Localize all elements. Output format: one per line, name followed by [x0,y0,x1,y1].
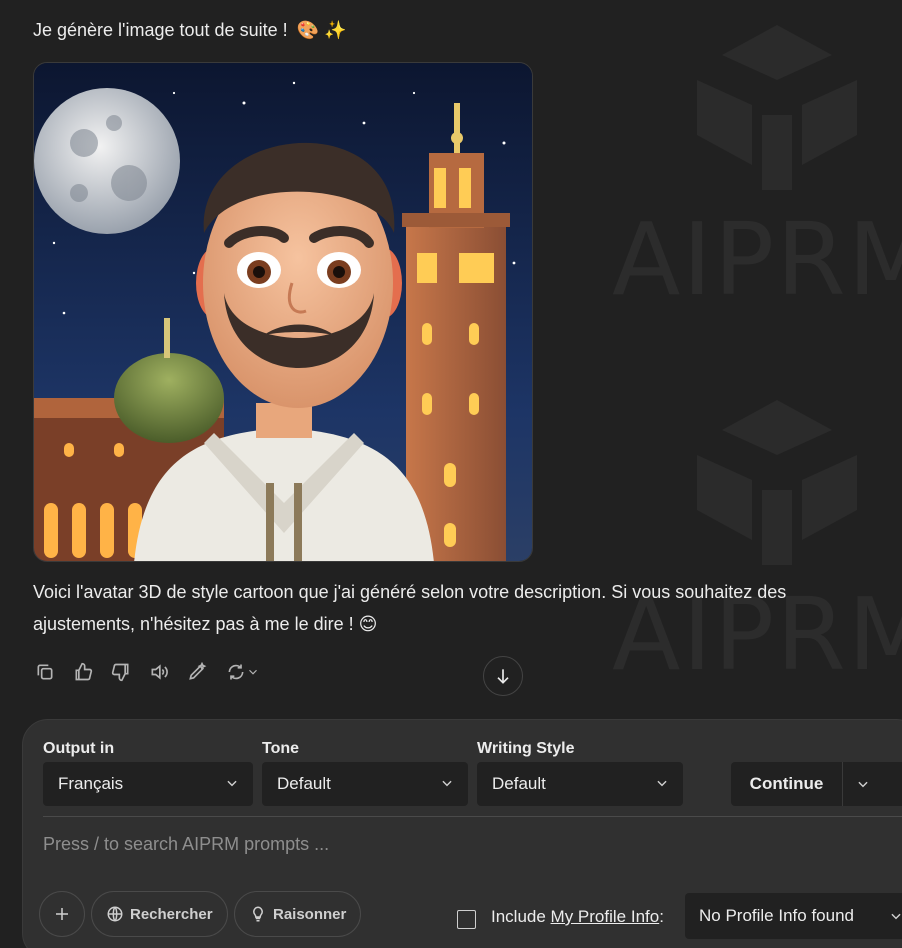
globe-icon [107,906,123,922]
chevron-down-icon [227,780,237,787]
intro-emojis: 🎨 ✨ [296,20,347,40]
continue-button[interactable]: Continue [731,762,843,806]
aiprm-logo-icon [697,400,857,565]
message-action-bar [33,660,263,684]
reason-button[interactable]: Raisonner [234,891,362,937]
tone-select[interactable]: Default [262,762,468,806]
search-button[interactable]: Rechercher [91,891,228,937]
aiprm-logo-icon [697,25,857,190]
writing-style-select[interactable]: Default [477,762,683,806]
include-profile-checkbox[interactable] [457,910,476,929]
assistant-message-intro: Je génère l'image tout de suite ! 🎨 ✨ [33,20,346,41]
chevron-down-icon [442,780,452,787]
continue-button-group: Continue [731,762,902,806]
copy-icon[interactable] [33,660,57,684]
output-in-label: Output in [43,740,115,757]
tone-value: Default [277,774,331,793]
aiprm-watermark: AIPRM [612,20,902,310]
thumbs-down-icon[interactable] [109,660,133,684]
regenerate-icon[interactable] [223,660,263,684]
include-suffix: : [659,907,664,926]
my-profile-info-link[interactable]: My Profile Info [551,907,660,926]
edit-icon[interactable] [185,660,209,684]
profile-info-value: No Profile Info found [699,906,854,925]
prompt-composer: Output in Français Tone Default Writing … [22,719,902,948]
intro-text: Je génère l'image tout de suite ! [33,20,288,40]
search-button-label: Rechercher [130,905,213,923]
output-language-value: Français [58,774,124,793]
composer-divider [43,816,902,817]
prompt-search-input[interactable] [43,826,902,862]
profile-info-select[interactable]: No Profile Info found [685,893,902,939]
chevron-down-icon [891,913,901,920]
chevron-down-icon [657,780,667,787]
assistant-message-body: Voici l'avatar 3D de style cartoon que j… [33,582,787,634]
chevron-down-icon [858,781,868,788]
lightbulb-icon [253,906,263,922]
include-profile-label: Include My Profile Info: [491,907,664,927]
include-prefix: Include [491,907,551,926]
add-attachment-button[interactable] [39,891,85,937]
reason-button-label: Raisonner [273,905,347,923]
writing-style-value: Default [492,774,546,793]
plus-icon [56,908,68,920]
generated-avatar-image[interactable] [33,62,533,562]
aiprm-watermark: AIPRM [612,395,902,685]
output-language-select[interactable]: Français [43,762,253,806]
continue-options-button[interactable] [843,777,883,791]
writing-style-label: Writing Style [477,740,575,757]
thumbs-up-icon[interactable] [71,660,95,684]
scroll-to-bottom-button[interactable] [483,656,523,696]
tone-label: Tone [262,740,300,757]
arrow-down-icon [497,669,509,684]
chevron-down-icon [249,669,257,675]
watermark-text: AIPRM [612,201,902,318]
speaker-icon[interactable] [147,660,171,684]
